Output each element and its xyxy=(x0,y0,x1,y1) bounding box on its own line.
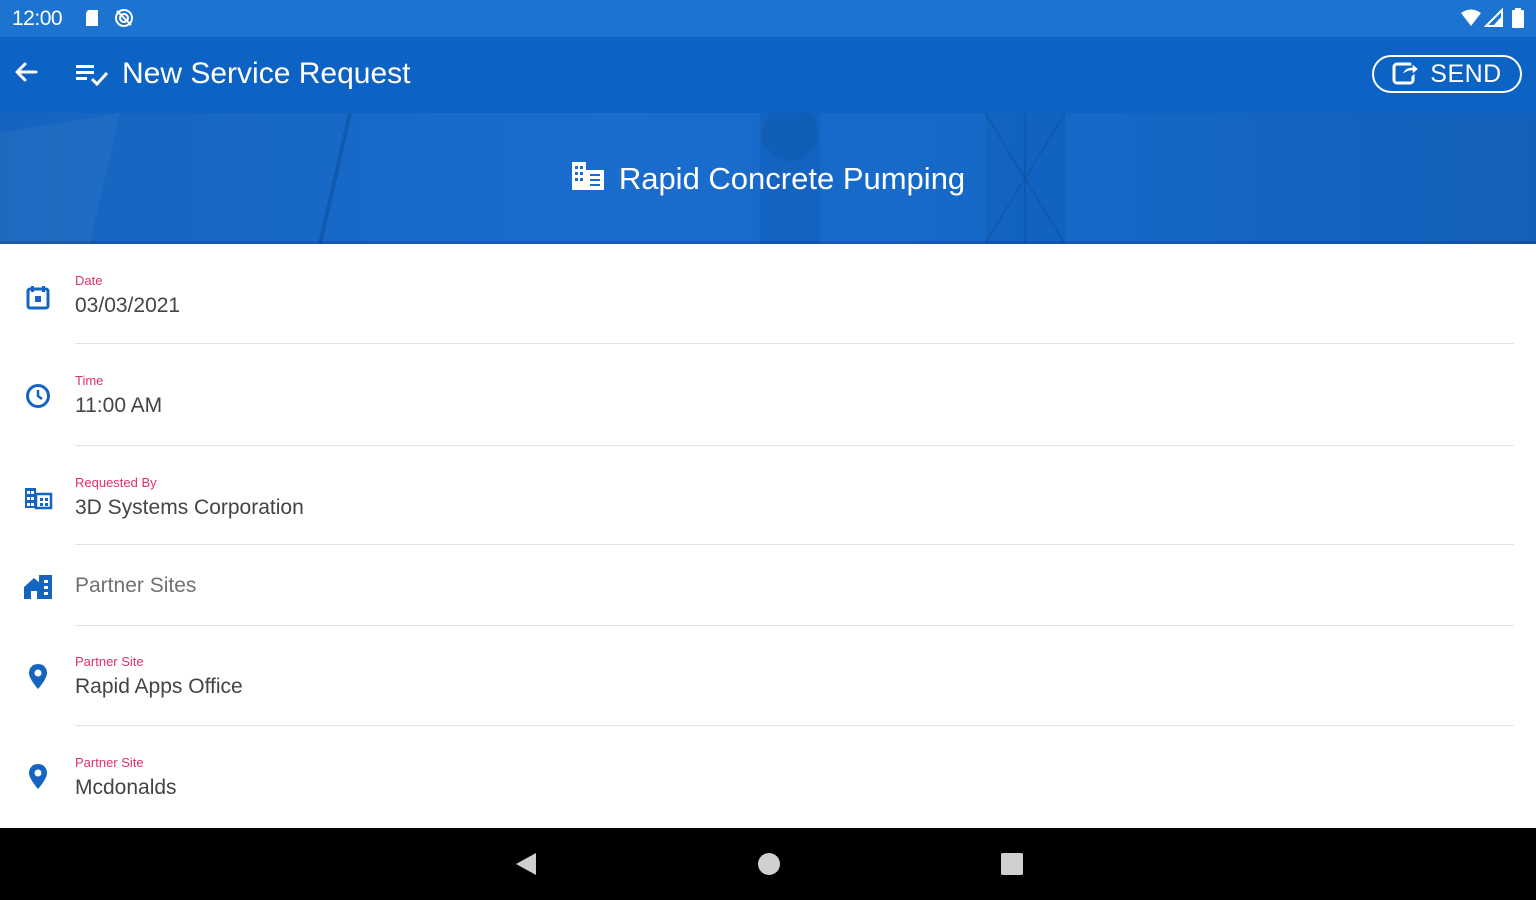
recents-square-icon[interactable] xyxy=(996,848,1028,880)
partner-site-label: Partner Site xyxy=(75,755,144,770)
partner-site-value: Mcdonalds xyxy=(75,776,177,799)
screen: 12:00 New Service Request SEND Rapid Con… xyxy=(0,0,1536,900)
status-time: 12:00 xyxy=(12,7,63,30)
battery-icon xyxy=(1510,8,1526,28)
requested-by-label: Requested By xyxy=(75,475,157,490)
signal-icon xyxy=(1483,7,1504,28)
partner-sites-value: Partner Sites xyxy=(75,574,197,597)
request-form: Date 03/03/2021 Time 11:00 AM Requested … xyxy=(0,244,1536,829)
map-marker-icon xyxy=(22,661,54,693)
requested-by-field[interactable]: Requested By 3D Systems Corporation xyxy=(0,446,1536,545)
sync-disabled-icon xyxy=(114,8,134,28)
company-heading: Rapid Concrete Pumping xyxy=(0,113,1536,244)
time-field[interactable]: Time 11:00 AM xyxy=(0,344,1536,446)
company-banner: Rapid Concrete Pumping xyxy=(0,113,1536,244)
app-bar: New Service Request SEND xyxy=(0,37,1536,113)
partner-site-value: Rapid Apps Office xyxy=(75,675,243,698)
date-field[interactable]: Date 03/03/2021 xyxy=(0,244,1536,344)
arrow-back-icon[interactable] xyxy=(8,55,44,91)
company-name: Rapid Concrete Pumping xyxy=(618,160,966,196)
partner-sites-field[interactable]: Partner Sites xyxy=(0,545,1536,626)
building-icon xyxy=(571,161,605,196)
sd-card-icon xyxy=(82,8,102,28)
home-circle-icon[interactable] xyxy=(753,848,785,880)
partner-site-label: Partner Site xyxy=(75,654,144,669)
home-city-icon xyxy=(22,571,54,603)
page-title: New Service Request xyxy=(122,57,411,90)
date-value: 03/03/2021 xyxy=(75,294,181,317)
date-label: Date xyxy=(75,273,103,288)
time-value: 11:00 AM xyxy=(75,394,163,417)
map-marker-icon xyxy=(22,761,54,793)
playlist-check-icon xyxy=(74,59,110,91)
partner-site-field[interactable]: Partner Site Rapid Apps Office xyxy=(0,626,1536,726)
send-label: SEND xyxy=(1430,59,1502,88)
back-triangle-icon[interactable] xyxy=(510,848,542,880)
partner-site-field[interactable]: Partner Site Mcdonalds xyxy=(0,726,1536,829)
wifi-icon xyxy=(1460,8,1481,28)
requested-by-value: 3D Systems Corporation xyxy=(75,496,304,519)
status-bar: 12:00 xyxy=(0,0,1536,37)
send-button[interactable]: SEND xyxy=(1372,55,1522,93)
time-label: Time xyxy=(75,373,104,388)
system-nav-bar xyxy=(0,828,1536,900)
clock-icon xyxy=(22,380,54,412)
calendar-icon xyxy=(22,282,54,314)
domain-icon xyxy=(22,482,54,514)
share-icon xyxy=(1392,59,1421,90)
